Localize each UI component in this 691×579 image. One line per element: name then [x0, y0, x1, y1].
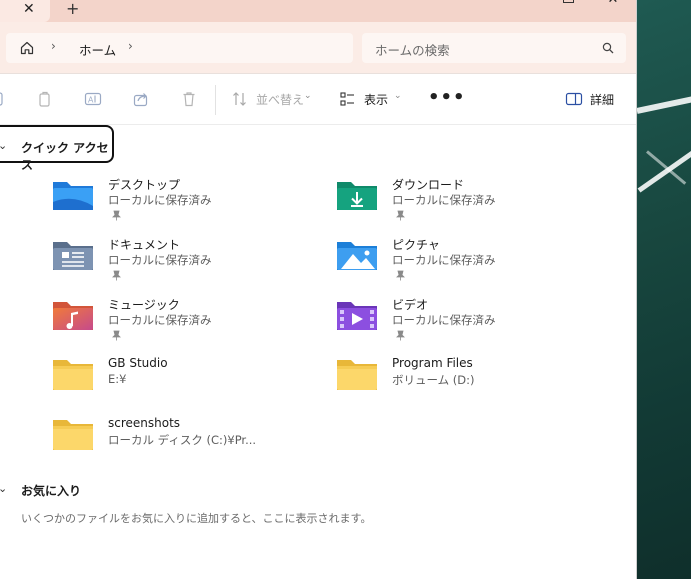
details-button[interactable]: 詳細 [590, 91, 614, 108]
file-explorer-window: ✕ + ✕ › ホーム › ホームの検索 [0, 0, 637, 579]
view-icon[interactable] [339, 90, 357, 108]
quick-access-item-music[interactable]: ミュージック ローカルに保存済み [51, 296, 311, 348]
share-icon[interactable] [132, 90, 150, 108]
delete-icon[interactable] [180, 90, 198, 108]
item-location: ローカルに保存済み [108, 193, 212, 207]
item-name: screenshots [108, 416, 181, 430]
toolbar-divider [215, 85, 216, 115]
favorites-header[interactable]: ⌄ お気に入り [0, 470, 114, 508]
maximize-button[interactable] [553, 0, 583, 8]
more-options-button[interactable]: ••• [428, 87, 466, 108]
item-name: ダウンロード [392, 178, 465, 192]
folder-icon [53, 420, 93, 450]
pin-icon [396, 270, 405, 281]
item-location: ローカル ディスク (C:)¥Pr... [108, 433, 257, 447]
breadcrumb[interactable]: › ホーム › [6, 33, 353, 63]
favorites-empty-message: いくつかのファイルをお気に入りに追加すると、ここに表示されます。 [21, 512, 372, 525]
quick-access-item-documents[interactable]: ドキュメント ローカルに保存済み [51, 236, 311, 288]
rename-icon[interactable]: A [84, 90, 102, 108]
item-name: GB Studio [108, 356, 168, 370]
documents-folder-icon [53, 242, 93, 270]
music-folder-icon [53, 302, 93, 330]
close-tab-button[interactable]: ✕ [23, 0, 35, 18]
chevron-down-icon: ⌄ [394, 91, 402, 101]
home-icon[interactable] [19, 40, 35, 56]
quick-access-item-screenshots[interactable]: screenshots ローカル ディスク (C:)¥Pr... [51, 416, 311, 468]
breadcrumb-chevron-icon[interactable]: › [51, 39, 56, 53]
quick-access-header[interactable]: ⌄ クイック アクセス [0, 125, 114, 172]
item-location: ローカルに保存済み [108, 313, 212, 327]
videos-folder-icon [337, 302, 377, 330]
item-location: ローカルに保存済み [108, 253, 212, 267]
item-name: Program Files [392, 356, 473, 370]
quick-access-item-downloads[interactable]: ダウンロード ローカルに保存済み [335, 176, 595, 228]
close-window-button[interactable]: ✕ [598, 0, 628, 8]
item-name: ミュージック [108, 298, 180, 312]
quick-access-item-program-files[interactable]: Program Files ボリューム (D:) [335, 356, 595, 408]
item-location: ローカルに保存済み [392, 253, 496, 267]
desktop-wallpaper [637, 0, 691, 579]
pin-icon [112, 210, 121, 221]
chevron-down-icon[interactable]: ⌄ [0, 139, 7, 152]
quick-access-item-videos[interactable]: ビデオ ローカルに保存済み [335, 296, 595, 348]
new-tab-button[interactable]: + [66, 0, 79, 18]
breadcrumb-home[interactable]: ホーム [79, 40, 116, 59]
item-name: ピクチャ [392, 238, 440, 252]
pin-icon [396, 330, 405, 341]
favorites-title: お気に入り [21, 484, 82, 498]
search-box[interactable]: ホームの検索 [362, 33, 626, 63]
desktop-folder-icon [53, 182, 93, 210]
chevron-down-icon: ⌄ [304, 91, 312, 101]
title-bar: ✕ + ✕ [0, 0, 636, 22]
quick-access-item-pictures[interactable]: ピクチャ ローカルに保存済み [335, 236, 595, 288]
folder-icon [53, 360, 93, 390]
quick-access-item-desktop[interactable]: デスクトップ ローカルに保存済み [51, 176, 311, 228]
item-location: ローカルに保存済み [392, 313, 496, 327]
close-icon: ✕ [608, 0, 619, 7]
maximize-icon [562, 0, 574, 3]
address-bar: › ホーム › ホームの検索 [0, 22, 636, 73]
view-button[interactable]: 表示 [364, 91, 388, 108]
search-input[interactable]: ホームの検索 [375, 40, 450, 59]
pin-icon [396, 210, 405, 221]
command-bar: A 並べ替え ⌄ 表示 ⌄ ••• 詳細 [0, 73, 636, 125]
sort-icon[interactable] [231, 90, 249, 108]
item-name: ビデオ [392, 298, 429, 312]
folder-icon [337, 360, 377, 390]
quick-access-item-gb-studio[interactable]: GB Studio E:¥ [51, 356, 311, 408]
svg-text:A: A [88, 96, 94, 105]
sort-button[interactable]: 並べ替え [256, 91, 304, 108]
pin-icon [112, 330, 121, 341]
search-icon [602, 42, 614, 54]
details-pane-icon[interactable] [565, 90, 583, 108]
tab-home[interactable]: ✕ [0, 0, 50, 22]
item-location: E:¥ [108, 372, 127, 386]
breadcrumb-chevron-icon[interactable]: › [128, 39, 133, 53]
pin-icon [112, 270, 121, 281]
pictures-folder-icon [337, 242, 377, 270]
item-location: ローカルに保存済み [392, 193, 496, 207]
copy-icon[interactable] [36, 90, 54, 108]
minimize-button[interactable] [508, 0, 538, 8]
chevron-down-icon[interactable]: ⌄ [0, 482, 7, 495]
downloads-folder-icon [337, 182, 377, 210]
item-name: デスクトップ [108, 178, 181, 192]
item-name: ドキュメント [108, 238, 181, 252]
quick-access-title: クイック アクセス [21, 141, 109, 172]
item-location: ボリューム (D:) [392, 373, 475, 387]
cut-icon[interactable] [0, 90, 8, 108]
